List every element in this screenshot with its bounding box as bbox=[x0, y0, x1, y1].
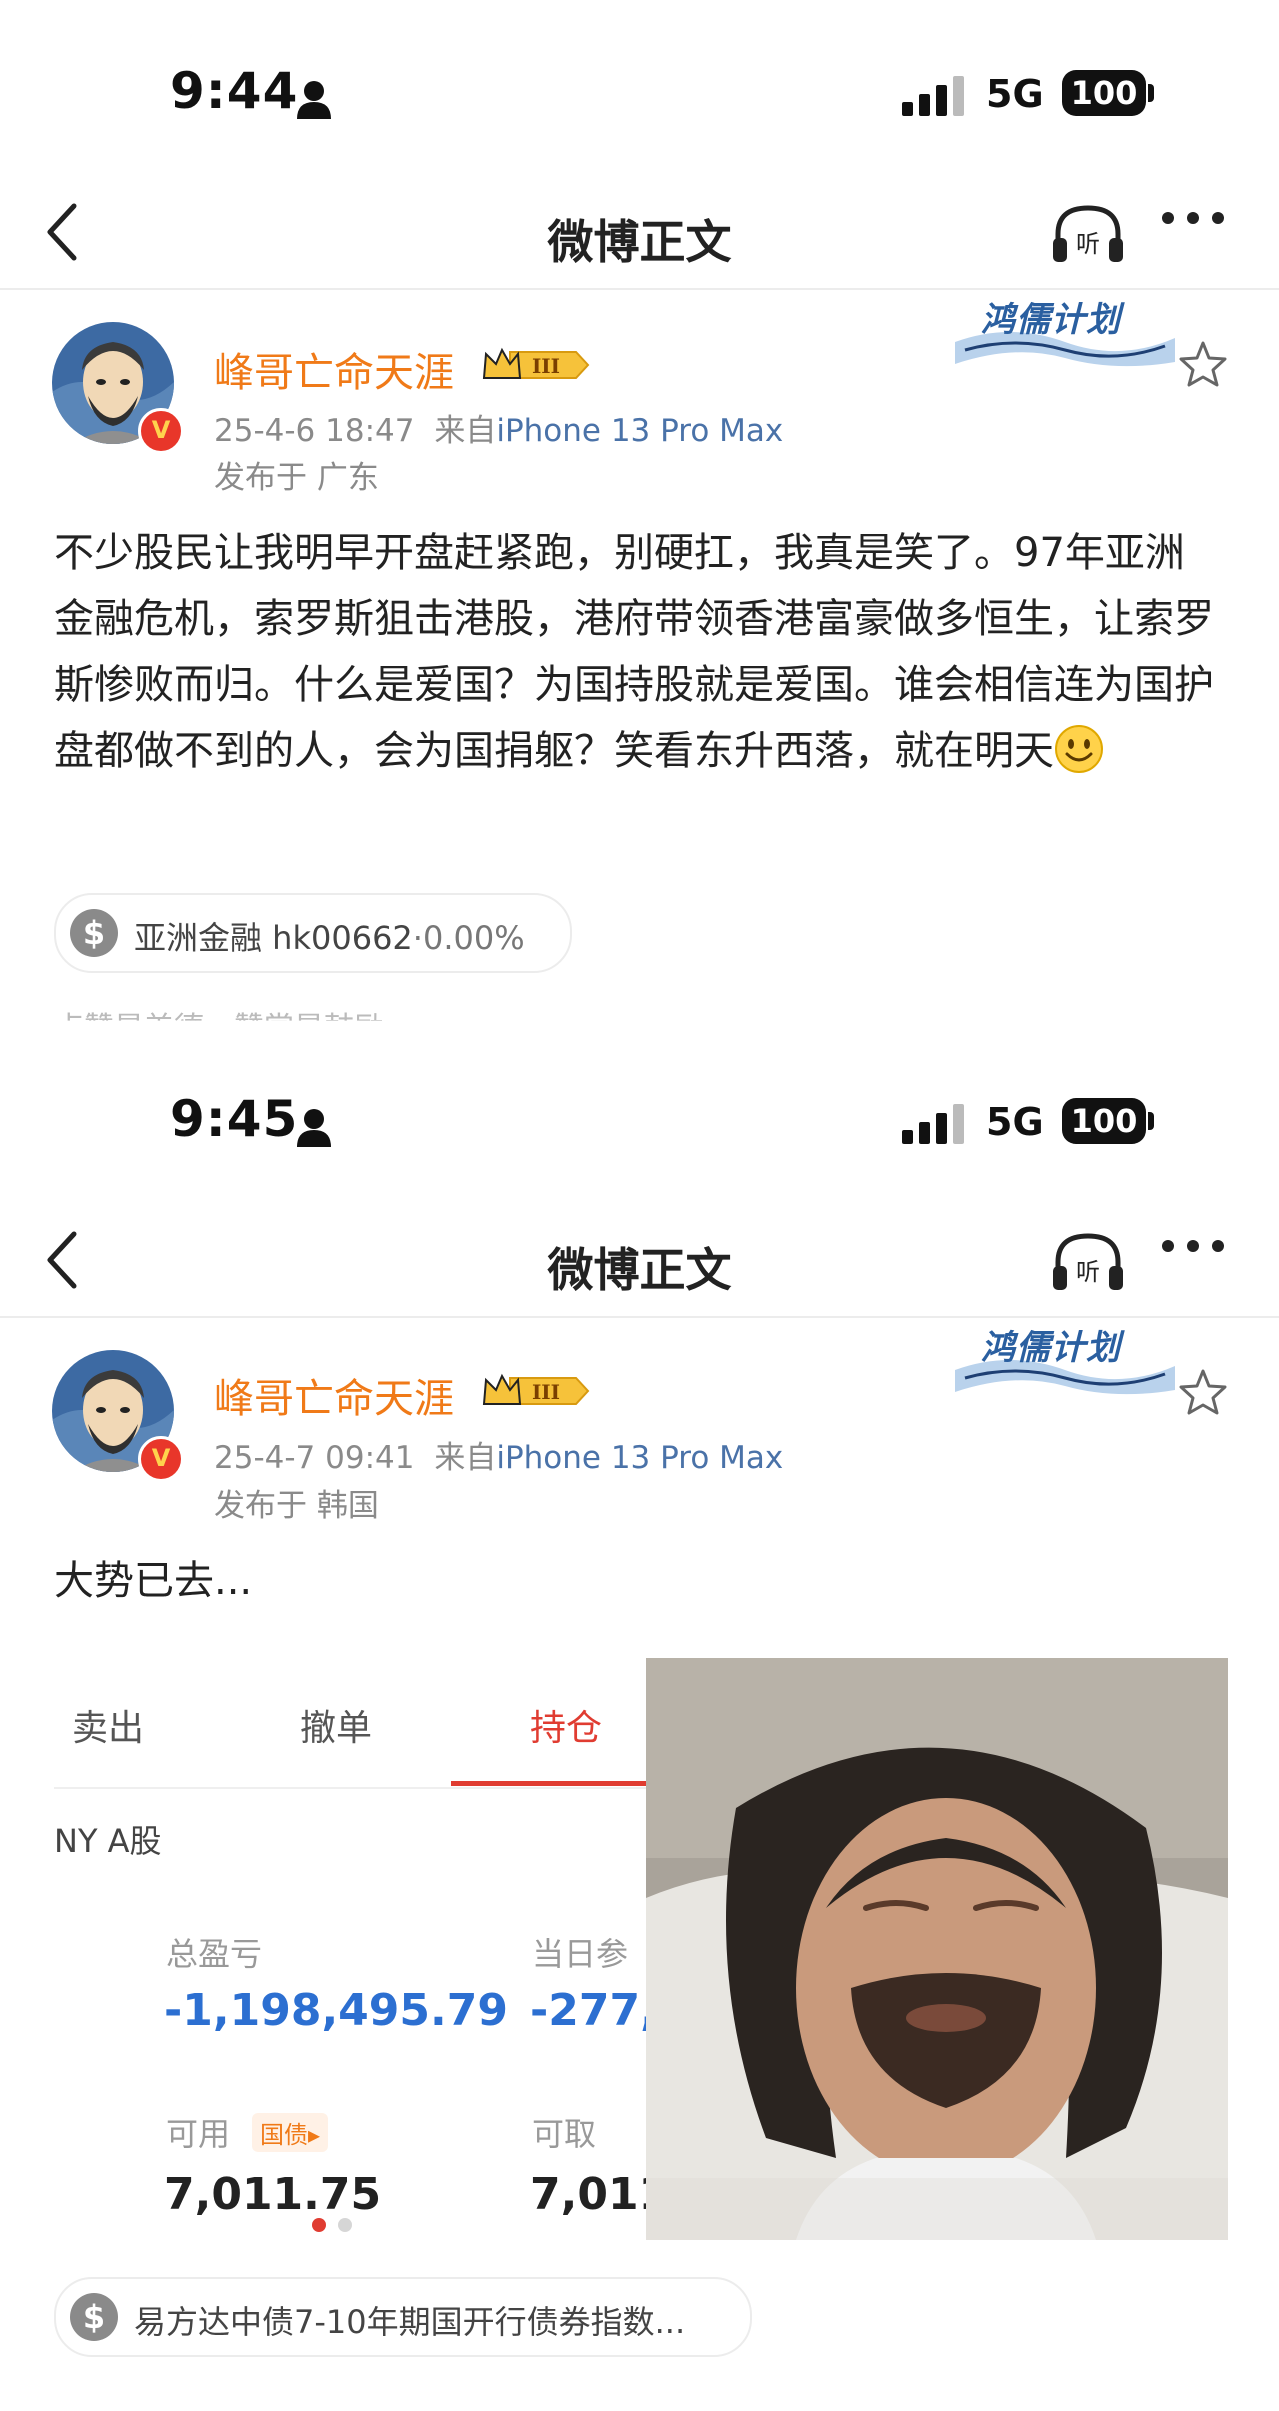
vip-crown-badge-icon: III bbox=[482, 1373, 590, 1405]
available-label: 可用 bbox=[166, 2115, 231, 2153]
tab-divider bbox=[54, 1787, 646, 1789]
source-prefix: 来自 bbox=[434, 413, 497, 449]
stock-name: 亚洲金融 hk00662 bbox=[134, 919, 413, 957]
vip-level-text: III bbox=[532, 354, 560, 378]
star-icon[interactable] bbox=[1178, 340, 1228, 388]
stock-change: 0.00% bbox=[422, 919, 525, 957]
battery-level: 100 bbox=[1062, 70, 1146, 116]
vip-level-text: III bbox=[532, 1380, 560, 1404]
status-time: 9:44 bbox=[170, 62, 299, 120]
avatar[interactable]: V bbox=[52, 1350, 184, 1482]
withdrawable-value: 7,011 bbox=[530, 2169, 646, 2220]
stock-tag-label: 亚洲金融 hk00662·0.00% bbox=[134, 913, 525, 959]
dollar-icon: $ bbox=[70, 909, 118, 957]
stock-name: 易方达中债7-10年期国开行债券指数... bbox=[134, 2303, 686, 2341]
cut-off-footer-text: 点赞是美德，赞赏是鼓励 bbox=[54, 1011, 384, 1030]
username[interactable]: 峰哥亡命天涯 bbox=[214, 340, 454, 398]
tab-holdings: 持仓 bbox=[530, 1708, 603, 1749]
tab-cancel: 撤单 bbox=[300, 1708, 373, 1749]
carousel-dot-active bbox=[312, 2218, 326, 2232]
total-pnl-value: -1,198,495.79 bbox=[164, 1985, 508, 2036]
star-icon[interactable] bbox=[1178, 1368, 1228, 1416]
banner-label: 鸿儒计划 bbox=[981, 300, 1121, 340]
post-meta: 25-4-7 09:41 来自iPhone 13 Pro Max bbox=[214, 1432, 783, 1477]
status-bar: 9:44 5G 100 bbox=[0, 0, 1279, 120]
screenshot-2: 9:45 5G 100 微博正文 听 V 峰哥亡命天涯 III 25-4-7 0… bbox=[0, 1030, 1279, 2411]
network-type: 5G bbox=[986, 1100, 1044, 1144]
post-text: 大势已去... bbox=[54, 1558, 253, 1604]
post-location: 发布于 广东 bbox=[214, 460, 379, 496]
post-date: 25-4-6 18:47 bbox=[214, 413, 415, 449]
person-icon bbox=[297, 81, 331, 119]
stock-tag[interactable]: $ 易方达中债7-10年期国开行债券指数... bbox=[54, 2277, 752, 2357]
headphones-listen-icon[interactable]: 听 bbox=[1050, 200, 1126, 266]
withdrawable-label: 可取 bbox=[532, 2115, 597, 2153]
more-dots-icon[interactable] bbox=[1160, 208, 1226, 228]
daily-pnl-value: -277, bbox=[530, 1985, 646, 2036]
honor-plan-banner[interactable]: 鸿儒计划 bbox=[955, 292, 1175, 372]
headphones-listen-icon[interactable]: 听 bbox=[1050, 1228, 1126, 1294]
treasury-chip: 国债▸ bbox=[252, 2113, 329, 2152]
available-value: 7,011.75 bbox=[164, 2169, 382, 2220]
post-date: 25-4-7 09:41 bbox=[214, 1440, 415, 1476]
screenshot-1: 9:44 5G 100 微博正文 听 V 峰哥亡命天涯 III 25-4-6 1… bbox=[0, 0, 1279, 1030]
device-link[interactable]: iPhone 13 Pro Max bbox=[496, 413, 783, 449]
trading-app-screenshot[interactable]: 卖出 撤单 持仓 NY A股 总盈亏 -1,198,495.79 当日参 -27… bbox=[54, 1661, 646, 2249]
selfie-photo[interactable] bbox=[646, 1658, 1228, 2240]
battery-level: 100 bbox=[1062, 1098, 1146, 1144]
honor-plan-banner[interactable]: 鸿儒计划 bbox=[955, 1320, 1175, 1400]
account-type: NY A股 bbox=[54, 1822, 162, 1860]
dollar-icon: $ bbox=[70, 2293, 118, 2341]
smiley-emoji-icon bbox=[1055, 725, 1103, 773]
active-tab-underline bbox=[451, 1781, 646, 1786]
device-link[interactable]: iPhone 13 Pro Max bbox=[496, 1440, 783, 1476]
banner-label: 鸿儒计划 bbox=[981, 1328, 1121, 1368]
signal-icon bbox=[902, 1104, 964, 1144]
post-text: 不少股民让我明早开盘赶紧跑，别硬扛，我真是笑了。97年亚洲金融危机，索罗斯狙击港… bbox=[54, 530, 1214, 774]
status-bar: 9:45 5G 100 bbox=[0, 1030, 1279, 1148]
username[interactable]: 峰哥亡命天涯 bbox=[214, 1366, 454, 1424]
post-location: 发布于 韩国 bbox=[214, 1488, 379, 1524]
total-pnl-label: 总盈亏 bbox=[166, 1935, 263, 1973]
status-time: 9:45 bbox=[170, 1090, 299, 1148]
verified-v-icon: V bbox=[138, 408, 184, 454]
daily-pnl-label: 当日参 bbox=[532, 1935, 629, 1973]
stock-separator: · bbox=[412, 919, 423, 957]
battery-tip bbox=[1148, 84, 1154, 102]
nav-bar: 微博正文 听 bbox=[0, 1206, 1279, 1318]
svg-text:听: 听 bbox=[1076, 1258, 1100, 1286]
signal-icon bbox=[902, 76, 964, 116]
source-prefix: 来自 bbox=[434, 1440, 497, 1476]
stock-tag[interactable]: $ 亚洲金融 hk00662·0.00% bbox=[54, 893, 572, 973]
more-dots-icon[interactable] bbox=[1160, 1236, 1226, 1256]
vip-crown-badge-icon: III bbox=[482, 347, 590, 379]
post-meta: 25-4-6 18:47 来自iPhone 13 Pro Max bbox=[214, 405, 783, 450]
post-body: 不少股民让我明早开盘赶紧跑，别硬扛，我真是笑了。97年亚洲金融危机，索罗斯狙击港… bbox=[54, 520, 1224, 784]
carousel-dot bbox=[338, 2218, 352, 2232]
network-type: 5G bbox=[986, 72, 1044, 116]
avatar[interactable]: V bbox=[52, 322, 184, 454]
svg-text:听: 听 bbox=[1076, 230, 1100, 258]
nav-bar: 微博正文 听 bbox=[0, 178, 1279, 290]
battery-tip bbox=[1148, 1112, 1154, 1130]
post-body: 大势已去... bbox=[54, 1548, 1224, 1614]
person-icon bbox=[297, 1109, 331, 1147]
verified-v-icon: V bbox=[138, 1436, 184, 1482]
tab-sell: 卖出 bbox=[72, 1708, 145, 1749]
